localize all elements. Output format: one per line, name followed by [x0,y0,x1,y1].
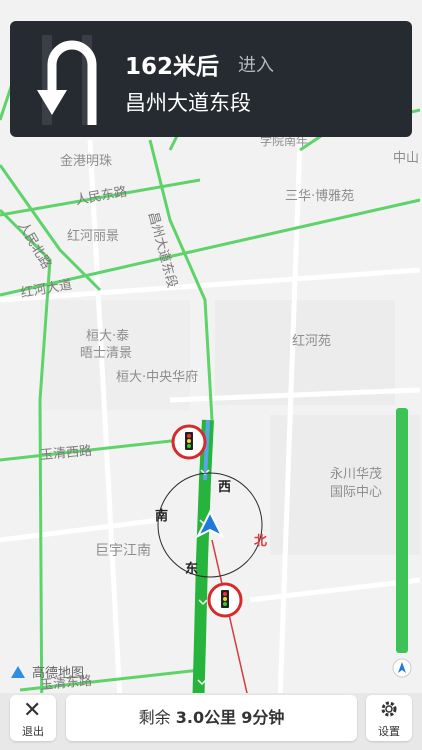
bottom-bar: ✕ 退出 剩余 3.0公里 9分钟 设置 [0,693,422,750]
place-label: 红河苑 [292,334,332,349]
place-label: 桓大·中央华府 [116,370,199,385]
place-label: 永川华茂 [330,467,383,482]
close-icon: ✕ [23,698,42,723]
remaining-status[interactable]: 剩余 3.0公里 9分钟 [66,695,357,741]
place-label: 巨宇江南 [95,543,151,559]
brand-name: 高德地图 [32,666,85,681]
compass-south: 南 [155,509,169,524]
gear-icon [381,701,397,717]
turn-distance: 162米后 [125,54,220,80]
guidance-panel: 162米后 进入 昌州大道东段 [10,21,412,137]
traffic-light-icon [207,582,243,618]
route-progress-bar [396,408,408,653]
u-turn-icon [37,35,97,125]
exit-label: 退出 [22,725,44,738]
place-label: 三华·博雅苑 [285,189,355,204]
place-label: 国际中心 [330,485,383,500]
compass-north: 北 [254,534,268,549]
compass-west: 西 [218,480,232,495]
remaining-prefix: 剩余 [138,708,171,727]
settings-button[interactable]: 设置 [366,695,412,741]
remaining-time: 9分钟 [241,708,285,727]
compass-east: 东 [185,562,199,577]
place-label: 中山 [393,151,420,166]
remaining-distance: 3.0公里 [175,708,237,727]
enter-label: 进入 [238,55,274,76]
next-street: 昌州大道东段 [125,91,251,115]
place-label: 晤士清景 [80,346,133,361]
traffic-light-icon [171,424,207,460]
place-label: 红河丽景 [67,229,120,244]
exit-button[interactable]: ✕ 退出 [10,695,56,741]
locate-icon[interactable] [392,658,412,678]
place-label: 金港明珠 [60,154,113,169]
settings-label: 设置 [378,725,400,738]
